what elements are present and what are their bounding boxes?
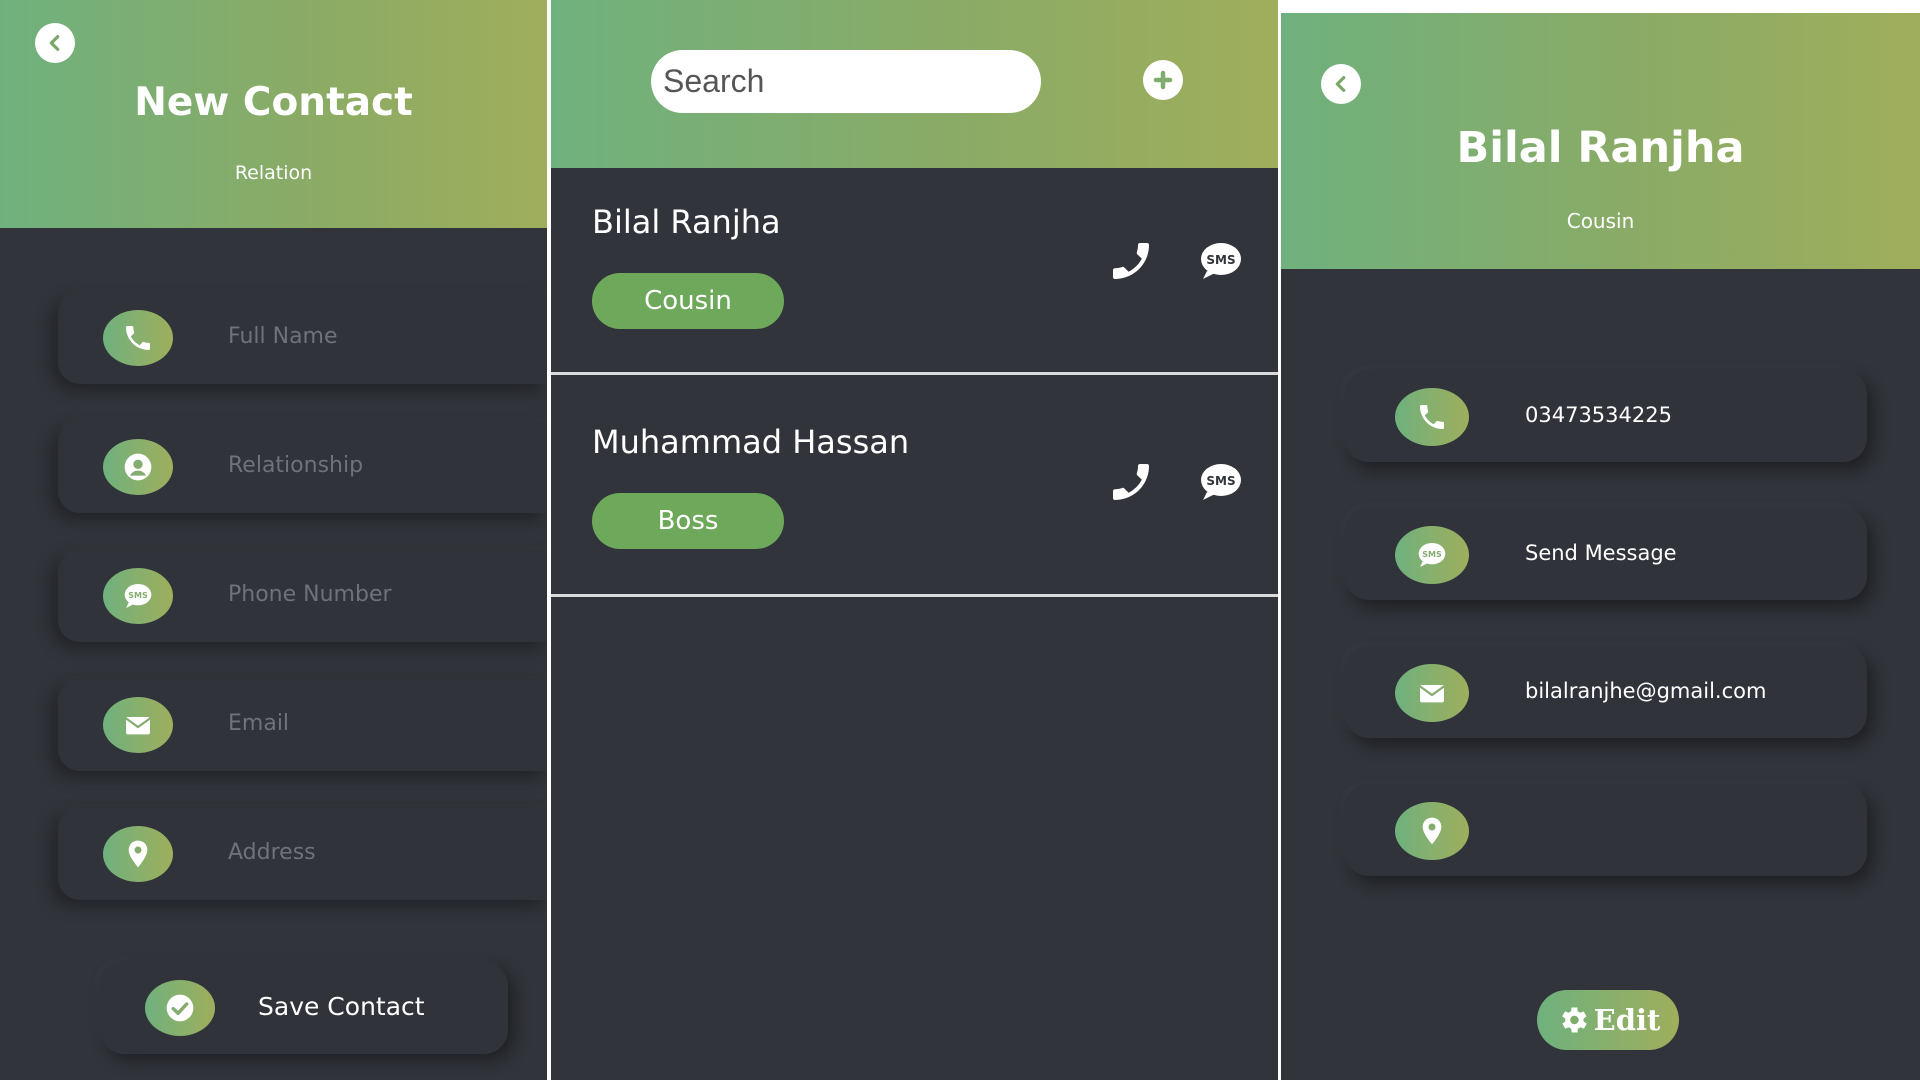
contact-list-header bbox=[551, 0, 1278, 168]
relationship-field[interactable]: Relationship bbox=[58, 421, 547, 513]
location-pin-icon bbox=[1395, 802, 1469, 860]
send-message-label: Send Message bbox=[1525, 541, 1677, 565]
new-contact-header: New Contact Relation bbox=[0, 0, 547, 228]
email-card[interactable]: bilalranjhe@gmail.com bbox=[1345, 646, 1867, 738]
relationship-placeholder: Relationship bbox=[228, 453, 364, 478]
edit-button[interactable]: Edit bbox=[1537, 990, 1679, 1050]
edit-label: Edit bbox=[1593, 1003, 1661, 1037]
phone-icon bbox=[103, 310, 173, 366]
sms-icon: SMS bbox=[1201, 464, 1241, 500]
back-button[interactable] bbox=[1321, 64, 1361, 104]
relation-badge: Cousin bbox=[592, 273, 784, 329]
address-card[interactable] bbox=[1345, 784, 1867, 876]
check-icon bbox=[145, 980, 215, 1036]
contact-detail-screen: Bilal Ranjha Cousin 03473534225 SMS Send… bbox=[1281, 0, 1920, 1080]
sms-button[interactable]: SMS bbox=[1197, 237, 1245, 285]
list-item[interactable]: Bilal Ranjha Cousin SMS bbox=[551, 168, 1278, 375]
contact-detail-header: Bilal Ranjha Cousin bbox=[1281, 13, 1920, 269]
phone-number-placeholder: Phone Number bbox=[228, 582, 392, 607]
phone-icon bbox=[1395, 388, 1469, 446]
svg-text:SMS: SMS bbox=[1206, 474, 1235, 488]
email-placeholder: Email bbox=[228, 711, 290, 736]
sms-icon: SMS bbox=[1395, 526, 1469, 584]
save-contact-button[interactable]: Save Contact bbox=[100, 962, 508, 1054]
svg-text:SMS: SMS bbox=[128, 591, 148, 600]
sms-icon: SMS bbox=[103, 568, 173, 624]
add-contact-button[interactable] bbox=[1143, 60, 1183, 100]
phone-card[interactable]: 03473534225 bbox=[1345, 370, 1867, 462]
sms-button[interactable]: SMS bbox=[1197, 458, 1245, 506]
gear-icon bbox=[1561, 1007, 1587, 1033]
email-field[interactable]: Email bbox=[58, 679, 547, 771]
list-item[interactable]: Muhammad Hassan Boss SMS bbox=[551, 375, 1278, 597]
envelope-icon bbox=[103, 697, 173, 753]
save-contact-label: Save Contact bbox=[258, 992, 425, 1021]
plus-icon bbox=[1153, 70, 1173, 90]
call-button[interactable] bbox=[1107, 458, 1155, 506]
phone-icon bbox=[1113, 243, 1149, 279]
contact-name: Muhammad Hassan bbox=[592, 423, 910, 461]
contact-relation: Cousin bbox=[1566, 209, 1635, 233]
back-arrow-icon bbox=[49, 34, 60, 52]
phone-icon bbox=[1113, 464, 1149, 500]
svg-text:SMS: SMS bbox=[1422, 550, 1442, 559]
back-arrow-icon bbox=[1335, 75, 1346, 93]
full-name-field[interactable]: Full Name bbox=[58, 292, 547, 384]
location-pin-icon bbox=[103, 826, 173, 882]
call-button[interactable] bbox=[1107, 237, 1155, 285]
page-title: New Contact bbox=[134, 80, 413, 125]
full-name-placeholder: Full Name bbox=[228, 324, 338, 349]
send-message-card[interactable]: SMS Send Message bbox=[1345, 508, 1867, 600]
relation-badge: Boss bbox=[592, 493, 784, 549]
search-input[interactable] bbox=[651, 50, 1041, 113]
address-placeholder: Address bbox=[228, 840, 316, 865]
email-address: bilalranjhe@gmail.com bbox=[1525, 679, 1767, 703]
sms-icon: SMS bbox=[1201, 243, 1241, 279]
contact-name: Bilal Ranjha bbox=[592, 203, 781, 241]
address-field[interactable]: Address bbox=[58, 808, 547, 900]
top-strip bbox=[1281, 0, 1920, 13]
contact-list-screen: Bilal Ranjha Cousin SMS Muhammad Hassan … bbox=[551, 0, 1278, 1080]
phone-number: 03473534225 bbox=[1525, 403, 1672, 427]
svg-text:SMS: SMS bbox=[1206, 253, 1235, 267]
envelope-icon bbox=[1395, 664, 1469, 722]
back-button[interactable] bbox=[35, 23, 75, 63]
new-contact-screen: New Contact Relation Full Name Relations… bbox=[0, 0, 547, 1080]
user-icon bbox=[103, 439, 173, 495]
contact-name-title: Bilal Ranjha bbox=[1456, 123, 1745, 173]
page-subtitle: Relation bbox=[234, 162, 313, 184]
phone-number-field[interactable]: SMS Phone Number bbox=[58, 550, 547, 642]
